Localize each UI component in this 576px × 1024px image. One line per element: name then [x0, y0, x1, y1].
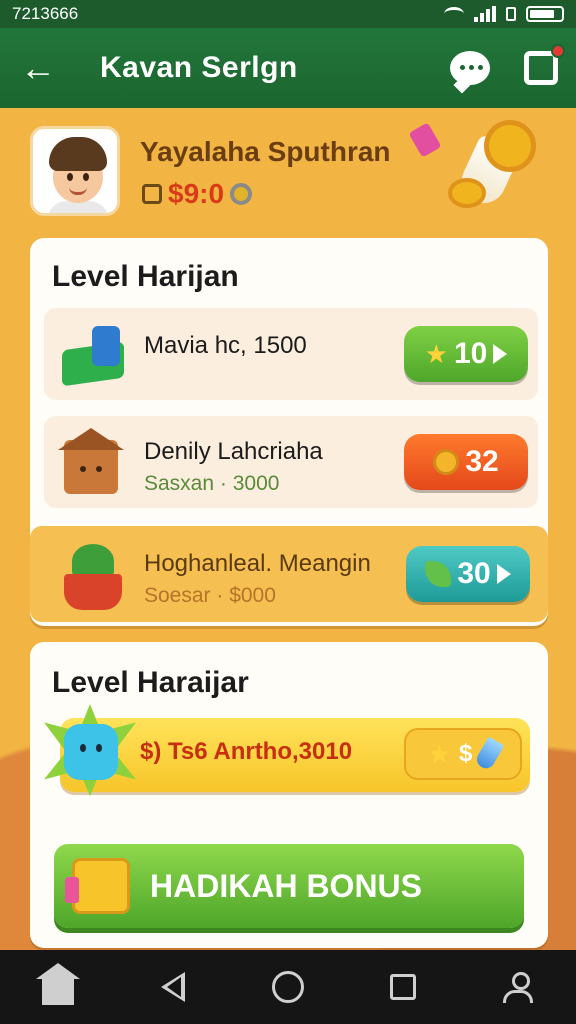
recents-icon: [390, 974, 417, 1000]
status-time: 7213666: [12, 4, 79, 23]
section-title: Level Harijan: [52, 260, 239, 293]
gem-icon: [474, 736, 505, 772]
nav-back[interactable]: [149, 963, 197, 1011]
profile-header: Yayalaha Sputhran $9:0: [30, 120, 546, 218]
wallet-icon: [142, 184, 162, 204]
coin-icon: [433, 449, 460, 475]
coin-icon: [230, 183, 253, 205]
plant-pot-icon: [56, 538, 128, 610]
wifi-icon: [444, 7, 464, 21]
leaf-icon: [425, 561, 452, 587]
reward-button[interactable]: ★ 10: [404, 326, 528, 382]
list-item[interactable]: Denily Lahcriaha Sasxan · 3000 32: [44, 416, 538, 508]
gem-icon: [408, 122, 442, 158]
page-title: Kavan Serlgn: [100, 51, 298, 84]
status-bar: 7213666: [0, 0, 576, 28]
balance-row: $9:0: [142, 178, 253, 210]
star-icon: ★: [427, 738, 451, 769]
nav-profile[interactable]: [494, 963, 542, 1011]
gift-icon: [65, 858, 130, 914]
profile-name: Yayalaha Sputhran: [140, 136, 391, 167]
section-title: Level Haraijar: [52, 666, 249, 699]
item-title: Hoghanleal. Meangin: [144, 550, 371, 577]
reward-button[interactable]: 30: [406, 546, 530, 602]
money-icon: [56, 320, 128, 392]
item-subtitle: Sasxan · 3000: [144, 472, 280, 495]
app-bar: ← Kavan Serlgn: [0, 28, 576, 108]
item-title: Mavia hc, 1500: [144, 332, 307, 359]
profile-icon: [501, 970, 535, 1004]
reward-value: 32: [465, 445, 499, 478]
special-offer-text: $) Ts6 Anrtho,3010: [140, 738, 353, 765]
play-icon: [493, 344, 508, 364]
reward-value: 30: [457, 557, 491, 590]
play-icon: [496, 564, 511, 584]
home-circle-icon: [271, 971, 304, 1003]
item-title: Denily Lahcriaha: [144, 438, 323, 465]
daily-levels-card: Level Harijan Mavia hc, 1500 ★ 10 Denily…: [30, 238, 548, 626]
star-icon: ★: [424, 338, 448, 369]
bonus-button[interactable]: HADIKAH BONUS: [54, 844, 524, 928]
item-subtitle: Soesar · $000: [144, 584, 276, 607]
special-reward-value: $: [458, 740, 473, 767]
status-icons: [444, 6, 564, 22]
reward-button[interactable]: 32: [404, 434, 528, 490]
nav-home[interactable]: [34, 963, 82, 1011]
bonus-card: Level Haraijar $) Ts6 Anrtho,3010 ★ $ HA…: [30, 642, 548, 948]
mascot-icon: [64, 724, 118, 780]
house-icon: [56, 428, 128, 500]
balance-value: $9:0: [168, 178, 225, 209]
list-item[interactable]: Mavia hc, 1500 ★ 10: [44, 308, 538, 400]
battery-icon: [526, 6, 564, 22]
back-arrow-icon[interactable]: ←: [18, 47, 58, 88]
avatar[interactable]: [30, 126, 120, 216]
share-icon[interactable]: [524, 44, 565, 85]
back-icon: [160, 972, 185, 1002]
signal-icon: [474, 6, 496, 22]
sim-icon: [506, 7, 516, 21]
home-icon: [35, 963, 80, 1005]
list-item-highlighted[interactable]: Hoghanleal. Meangin Soesar · $000 30: [30, 526, 548, 622]
trophy-icon: [408, 118, 538, 222]
app-bar-actions: [450, 44, 565, 85]
nav-recents[interactable]: [379, 963, 427, 1011]
bonus-button-label: HADIKAH BONUS: [150, 867, 422, 904]
nav-home-circle[interactable]: [264, 963, 312, 1011]
reward-value: 10: [453, 337, 488, 370]
special-reward[interactable]: ★ $: [404, 728, 522, 780]
navigation-bar: [0, 950, 576, 1024]
chat-icon[interactable]: [450, 51, 490, 85]
notification-dot: [551, 44, 565, 58]
